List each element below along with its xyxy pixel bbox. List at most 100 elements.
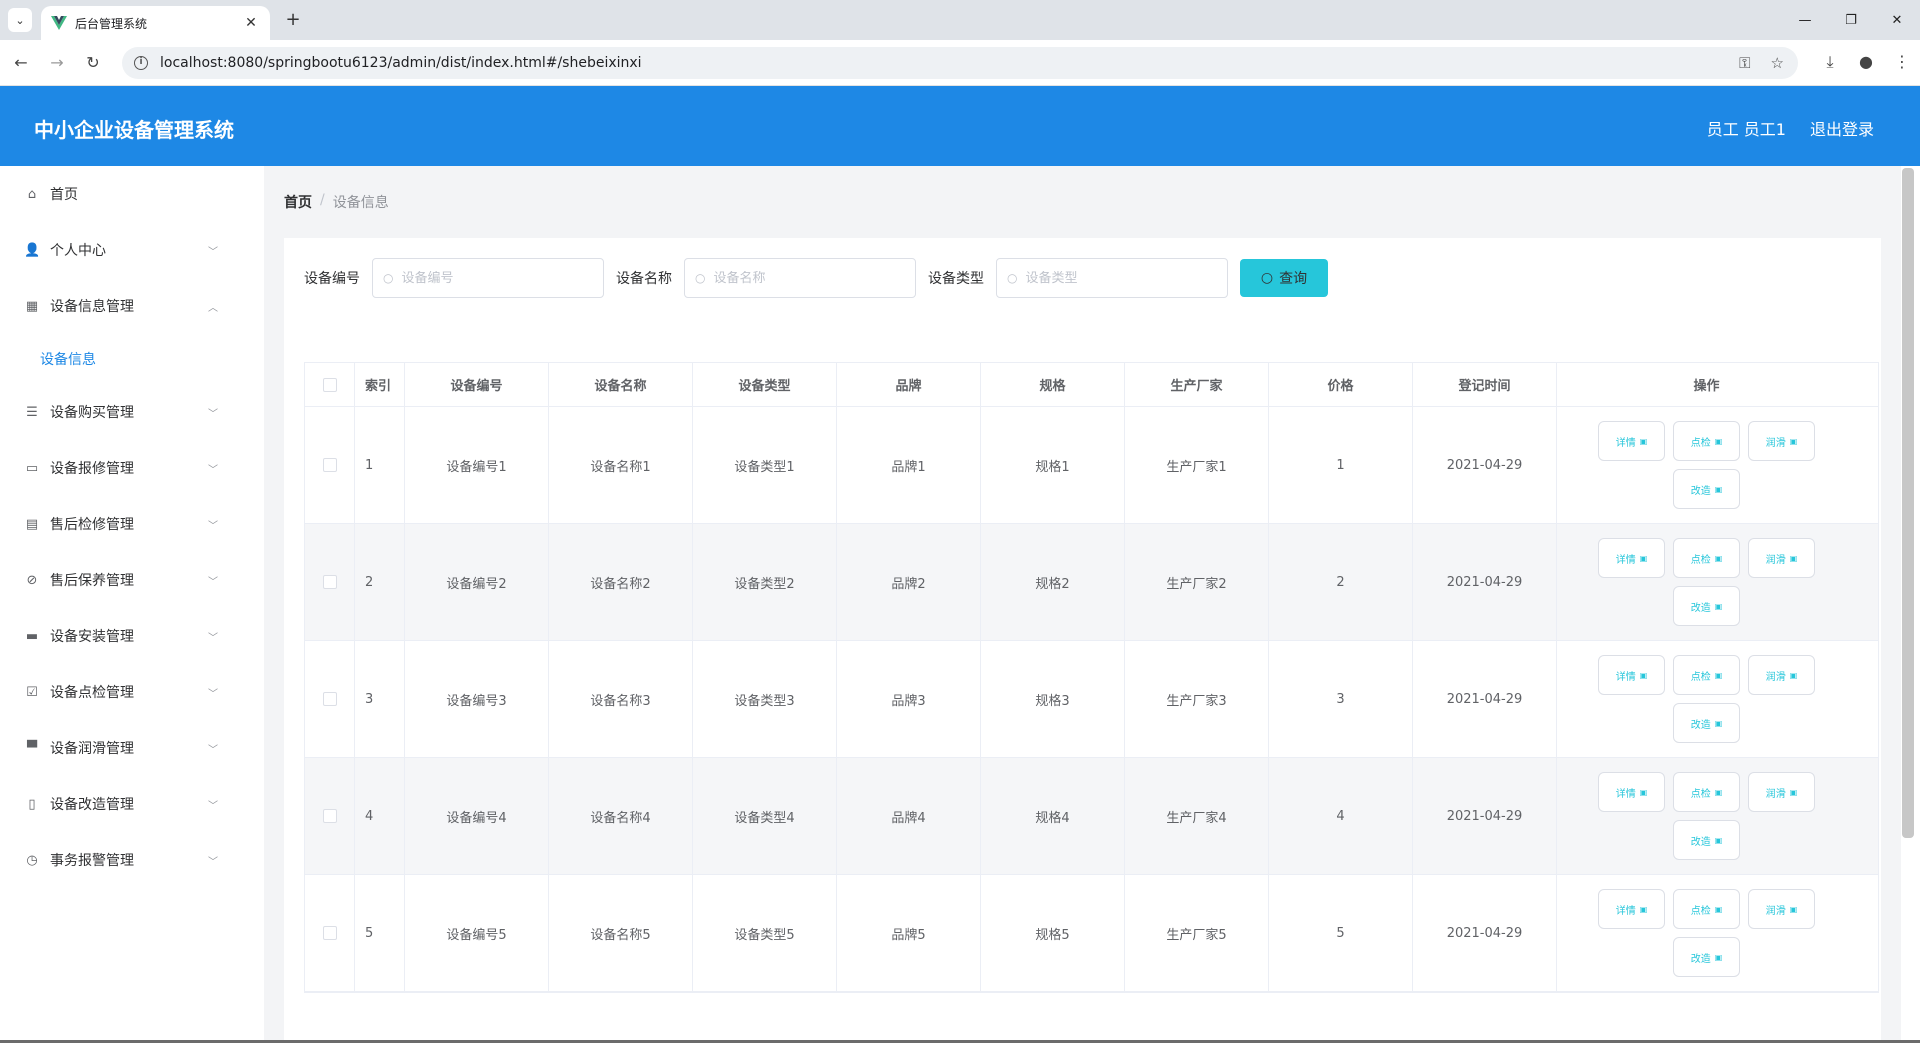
forward-icon[interactable]: → <box>46 52 68 74</box>
logout-link[interactable]: 退出登录 <box>1810 116 1874 140</box>
site-info-icon[interactable]: i <box>134 56 148 70</box>
inspect-button[interactable]: 点检 ▣ <box>1673 421 1740 461</box>
doc-icon: ▣ <box>1714 952 1723 962</box>
query-button[interactable]: ○ 查询 <box>1240 259 1328 297</box>
action-label: 改造 <box>1690 485 1711 497</box>
lubricate-button[interactable]: 润滑 ▣ <box>1748 421 1815 461</box>
device-type-input[interactable] <box>1025 270 1206 286</box>
main-content: 首页 / 设备信息 设备编号 ○ 设备名称 ○ 设备类型 ○ ○ 查询 <box>264 166 1901 1043</box>
row-checkbox[interactable] <box>322 809 337 823</box>
retrofit-button[interactable]: 改造 ▣ <box>1673 586 1740 626</box>
lubricate-button[interactable]: 润滑 ▣ <box>1748 655 1815 695</box>
action-label: 润滑 <box>1765 437 1786 449</box>
omnibox[interactable]: i localhost:8080/springbootu6123/admin/d… <box>122 47 1798 79</box>
chevron-down-icon: ﹀ <box>208 576 218 588</box>
url-text[interactable]: localhost:8080/springbootu6123/admin/dis… <box>160 55 1739 71</box>
restore-icon[interactable]: ❐ <box>1828 0 1874 40</box>
sidebar-subitem-device-info[interactable]: 设备信息 <box>0 334 264 384</box>
detail-button[interactable]: 详情 ▣ <box>1598 772 1665 812</box>
sidebar-item-personal-center[interactable]: 👤 个人中心 ﹀ <box>0 222 264 278</box>
key-icon[interactable]: ⚿ <box>1739 54 1750 72</box>
retrofit-button[interactable]: 改造 ▣ <box>1673 703 1740 743</box>
row-checkbox-cell <box>305 524 355 640</box>
tab-close-icon[interactable]: ✕ <box>242 15 260 31</box>
browser-tabbar: ⌄ 后台管理系统 ✕ + — ❐ ✕ <box>0 0 1920 40</box>
cell-code: 设备编号4 <box>405 758 549 874</box>
device-code-field[interactable]: ○ <box>372 258 604 298</box>
lubricate-button[interactable]: 润滑 ▣ <box>1748 772 1815 812</box>
table-row[interactable]: 2 设备编号2 设备名称2 设备类型2 品牌2 规格2 生产厂家2 2 2021-04-29 详情… <box>305 524 1878 641</box>
profile-icon[interactable]: ● <box>1848 52 1884 72</box>
inspect-button[interactable]: 点检 ▣ <box>1673 538 1740 578</box>
detail-button[interactable]: 详情 ▣ <box>1598 655 1665 695</box>
new-tab-icon[interactable]: + <box>282 9 304 31</box>
cell-index: 5 <box>355 875 405 991</box>
detail-button[interactable]: 详情 ▣ <box>1598 421 1665 461</box>
search-label-name: 设备名称 <box>616 271 672 287</box>
retrofit-button[interactable]: 改造 ▣ <box>1673 820 1740 860</box>
chevron-down-icon: ﹀ <box>208 520 218 532</box>
sidebar-item-device-info-mgmt[interactable]: ▦ 设备信息管理 ︿ <box>0 278 264 334</box>
table-row[interactable]: 5 设备编号5 设备名称5 设备类型5 品牌5 规格5 生产厂家5 5 2021-04-29 详情… <box>305 875 1878 992</box>
detail-button[interactable]: 详情 ▣ <box>1598 538 1665 578</box>
device-type-field[interactable]: ○ <box>996 258 1228 298</box>
back-icon[interactable]: ← <box>10 52 32 74</box>
chevron-down-icon: ﹀ <box>208 408 218 420</box>
sidebar-item-installation[interactable]: ▬ 设备安装管理 ﹀ <box>0 608 264 664</box>
sidebar-item-after-sales-repair[interactable]: ▤ 售后检修管理 ﹀ <box>0 496 264 552</box>
cell-brand: 品牌5 <box>837 875 981 991</box>
table-row[interactable]: 1 设备编号1 设备名称1 设备类型1 品牌1 规格1 生产厂家1 1 2021-04-29 详情… <box>305 407 1878 524</box>
retrofit-button[interactable]: 改造 ▣ <box>1673 937 1740 977</box>
sidebar-item-device-purchase[interactable]: ☰ 设备购买管理 ﹀ <box>0 384 264 440</box>
device-name-field[interactable]: ○ <box>684 258 916 298</box>
page-scrollbar[interactable] <box>1902 168 1914 838</box>
close-window-icon[interactable]: ✕ <box>1874 0 1920 40</box>
action-label: 改造 <box>1690 602 1711 614</box>
cell-maker: 生产厂家2 <box>1125 524 1269 640</box>
tab-search-icon[interactable]: ⌄ <box>8 8 32 32</box>
browser-tab[interactable]: 后台管理系统 ✕ <box>41 6 270 40</box>
device-name-input[interactable] <box>713 270 894 286</box>
row-checkbox[interactable] <box>322 926 337 940</box>
row-checkbox[interactable] <box>322 458 337 472</box>
printer-icon: ▀ <box>27 740 37 756</box>
row-checkbox[interactable] <box>322 575 337 589</box>
bookmark-star-icon[interactable]: ☆ <box>1771 54 1784 72</box>
action-label: 改造 <box>1690 719 1711 731</box>
sidebar-item-alarm[interactable]: ◷ 事务报警管理 ﹀ <box>0 832 264 888</box>
sliders-icon: ☰ <box>26 404 38 420</box>
device-code-input[interactable] <box>401 270 582 286</box>
inspect-button[interactable]: 点检 ▣ <box>1673 655 1740 695</box>
retrofit-button[interactable]: 改造 ▣ <box>1673 469 1740 509</box>
cell-type: 设备类型5 <box>693 875 837 991</box>
lubricate-button[interactable]: 润滑 ▣ <box>1748 538 1815 578</box>
inspect-button[interactable]: 点检 ▣ <box>1673 889 1740 929</box>
cell-date: 2021-04-29 <box>1413 875 1557 991</box>
chevron-down-icon: ﹀ <box>208 800 218 812</box>
sidebar-item-inspection[interactable]: ☑ 设备点检管理 ﹀ <box>0 664 264 720</box>
inspect-button[interactable]: 点检 ▣ <box>1673 772 1740 812</box>
reload-icon[interactable]: ↻ <box>82 52 104 74</box>
sidebar-item-label: 设备润滑管理 <box>50 741 134 757</box>
lubricate-button[interactable]: 润滑 ▣ <box>1748 889 1815 929</box>
table-row[interactable]: 4 设备编号4 设备名称4 设备类型4 品牌4 规格4 生产厂家4 4 2021-04-29 详情… <box>305 758 1878 875</box>
download-icon[interactable]: ⤓ <box>1812 52 1848 72</box>
header-index: 索引 <box>355 363 405 406</box>
menu-kebab-icon[interactable]: ⋮ <box>1884 52 1920 72</box>
sidebar-item-after-sales-maintenance[interactable]: ⊘ 售后保养管理 ﹀ <box>0 552 264 608</box>
row-checkbox[interactable] <box>322 692 337 706</box>
cell-brand: 品牌4 <box>837 758 981 874</box>
select-all-checkbox[interactable] <box>322 377 337 392</box>
detail-button[interactable]: 详情 ▣ <box>1598 889 1665 929</box>
sidebar-item-repair-report[interactable]: ▭ 设备报修管理 ﹀ <box>0 440 264 496</box>
header-maker: 生产厂家 <box>1125 363 1269 406</box>
sidebar-item-retrofit[interactable]: ▯ 设备改造管理 ﹀ <box>0 776 264 832</box>
breadcrumb-home[interactable]: 首页 <box>284 192 312 212</box>
minimize-icon[interactable]: — <box>1782 0 1828 40</box>
content-card: 设备编号 ○ 设备名称 ○ 设备类型 ○ ○ 查询 索引 <box>284 238 1881 1043</box>
sidebar: ⌂ 首页 👤 个人中心 ﹀ ▦ 设备信息管理 ︿ 设备信息 ☰ 设备购买管理 ﹀… <box>0 166 264 1043</box>
table-row[interactable]: 3 设备编号3 设备名称3 设备类型3 品牌3 规格3 生产厂家3 3 2021-04-29 详情… <box>305 641 1878 758</box>
breadcrumb: 首页 / 设备信息 <box>284 192 389 212</box>
sidebar-item-home[interactable]: ⌂ 首页 <box>0 166 264 222</box>
sidebar-item-lubrication[interactable]: ▀ 设备润滑管理 ﹀ <box>0 720 264 776</box>
